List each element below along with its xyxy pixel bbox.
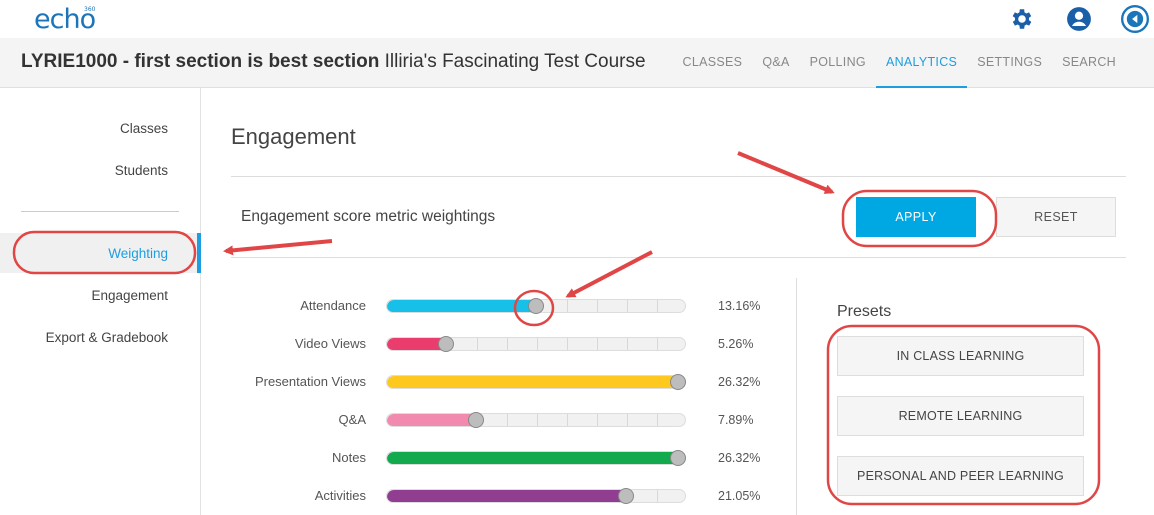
slider-tick: [567, 414, 568, 426]
logo-superscript: 360: [84, 6, 96, 13]
top-bar: echo 360: [0, 0, 1154, 38]
sidebar-item-students[interactable]: Students: [115, 163, 168, 178]
slider-handle[interactable]: [618, 488, 634, 504]
tab-analytics[interactable]: ANALYTICS: [875, 38, 968, 88]
slider-tick: [627, 338, 628, 350]
course-name: Illiria's Fascinating Test Course: [384, 51, 646, 72]
tab-classes[interactable]: CLASSES: [673, 38, 753, 88]
slider-tick: [567, 338, 568, 350]
course-header: LYRIE1000 - first section is best sectio…: [0, 38, 1154, 88]
metric-label: Activities: [314, 488, 366, 503]
divider: [231, 176, 1126, 177]
slider-handle[interactable]: [468, 412, 484, 428]
slider-tick: [537, 414, 538, 426]
divider: [231, 257, 1126, 258]
collapse-icon[interactable]: [1121, 5, 1149, 33]
preset-in-class-learning-button[interactable]: IN CLASS LEARNING: [837, 336, 1084, 376]
weightings-heading: Engagement score metric weightings: [241, 208, 496, 225]
sidebar-item-classes[interactable]: Classes: [120, 121, 168, 136]
slider-handle[interactable]: [438, 336, 454, 352]
vertical-divider: [796, 278, 797, 515]
slider-tick: [597, 414, 598, 426]
metric-label: Q&A: [338, 412, 366, 427]
slider-tick: [597, 338, 598, 350]
slider-tick: [597, 300, 598, 312]
slider-tick: [507, 338, 508, 350]
slider-fill: [387, 300, 537, 312]
metric-percent: 21.05%: [718, 489, 761, 503]
metric-label: Attendance: [300, 298, 366, 313]
slider-fill: [387, 452, 685, 464]
tab-polling[interactable]: POLLING: [800, 38, 876, 88]
slider-tick: [627, 300, 628, 312]
analytics-sidebar: Classes Students Weighting Engagement Ex…: [0, 88, 201, 515]
slider-fill: [387, 376, 685, 388]
annotation-arrow-slider: [565, 250, 653, 298]
metric-percent: 13.16%: [718, 299, 761, 313]
annotation-arrow-apply: [737, 151, 835, 194]
course-nav: CLASSES Q&A POLLING ANALYTICS SETTINGS S…: [673, 38, 1126, 88]
tab-qa[interactable]: Q&A: [752, 38, 799, 88]
sidebar-item-export-gradebook[interactable]: Export & Gradebook: [46, 330, 168, 345]
slider-fill: [387, 490, 627, 502]
slider-track[interactable]: [386, 375, 686, 389]
metric-percent: 26.32%: [718, 375, 761, 389]
tab-settings[interactable]: SETTINGS: [967, 38, 1052, 88]
sidebar-item-engagement[interactable]: Engagement: [91, 288, 168, 303]
metric-percent: 26.32%: [718, 451, 761, 465]
slider-tick: [657, 490, 658, 502]
metric-percent: 7.89%: [718, 413, 754, 427]
slider-tick: [567, 300, 568, 312]
slider-track[interactable]: [386, 337, 686, 351]
slider-track[interactable]: [386, 413, 686, 427]
slider-tick: [477, 338, 478, 350]
sidebar-divider: [21, 211, 179, 212]
sidebar-active-highlight: [0, 233, 201, 273]
echo360-logo[interactable]: echo 360: [34, 4, 96, 35]
slider-handle[interactable]: [670, 450, 686, 466]
slider-handle[interactable]: [670, 374, 686, 390]
user-account-icon[interactable]: [1066, 6, 1092, 32]
slider-tick: [657, 300, 658, 312]
slider-tick: [537, 338, 538, 350]
slider-fill: [387, 414, 477, 426]
metric-label: Video Views: [294, 336, 366, 351]
page-title: Engagement: [231, 124, 356, 149]
metric-label: Presentation Views: [254, 374, 366, 389]
slider-track[interactable]: [386, 489, 686, 503]
slider-tick: [657, 338, 658, 350]
preset-remote-learning-button[interactable]: REMOTE LEARNING: [837, 396, 1084, 436]
sidebar-item-weighting[interactable]: Weighting: [108, 246, 168, 261]
metric-percent: 5.26%: [718, 337, 754, 351]
reset-button[interactable]: RESET: [996, 197, 1116, 237]
course-title: LYRIE1000 - first section is best sectio…: [21, 51, 646, 73]
slider-handle[interactable]: [528, 298, 544, 314]
course-code: LYRIE1000 - first section is best sectio…: [21, 51, 380, 72]
gear-icon[interactable]: [1009, 6, 1035, 32]
slider-tick: [627, 414, 628, 426]
metric-label: Notes: [332, 450, 366, 465]
apply-button[interactable]: APPLY: [856, 197, 976, 237]
annotation-arrow-weighting: [223, 239, 333, 256]
tab-search[interactable]: SEARCH: [1052, 38, 1126, 88]
slider-tick: [507, 414, 508, 426]
presets-title: Presets: [837, 303, 892, 320]
preset-personal-peer-learning-button[interactable]: PERSONAL AND PEER LEARNING: [837, 456, 1084, 496]
slider-tick: [657, 414, 658, 426]
slider-track[interactable]: [386, 451, 686, 465]
